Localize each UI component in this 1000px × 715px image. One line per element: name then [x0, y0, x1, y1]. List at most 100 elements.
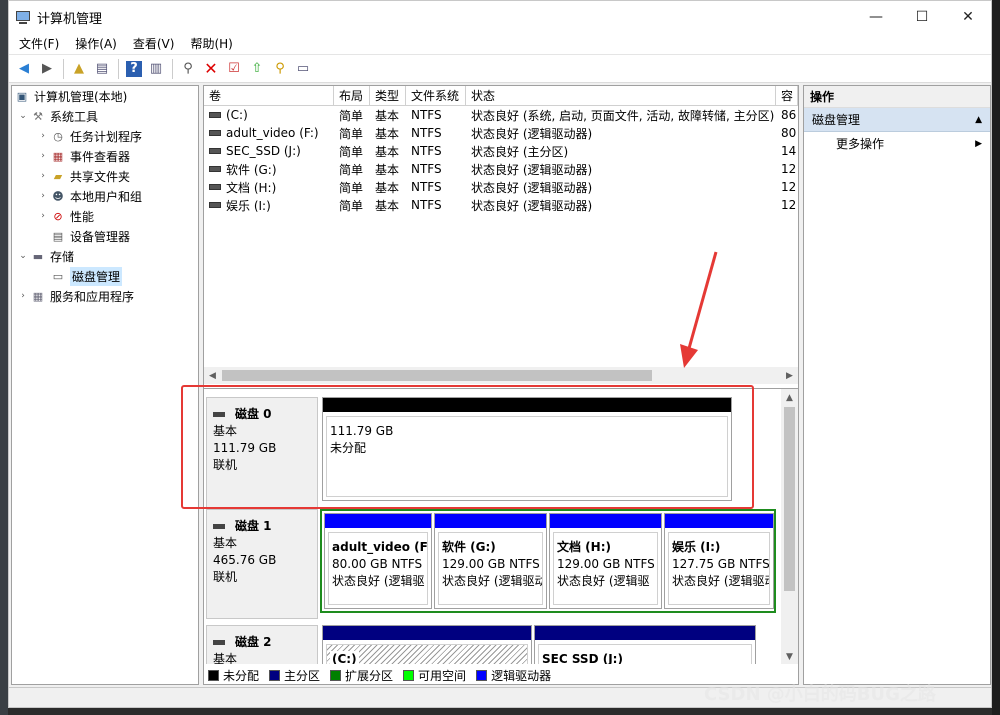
tree-performance[interactable]: › ⊘ 性能: [12, 206, 198, 226]
background-desktop-strip-right: [992, 0, 1000, 715]
help-icon[interactable]: ?: [126, 60, 142, 77]
scroll-thumb[interactable]: [222, 370, 652, 381]
chevron-right-icon[interactable]: ›: [36, 151, 50, 161]
collapse-icon[interactable]: ▲: [975, 108, 982, 132]
tree-root[interactable]: ▣ 计算机管理(本地): [12, 86, 198, 106]
tree-device-manager[interactable]: ▤ 设备管理器: [12, 226, 198, 246]
services-icon: ▦: [32, 289, 44, 303]
tree-task-scheduler[interactable]: › ◷ 任务计划程序: [12, 126, 198, 146]
search-icon[interactable]: ⚲: [269, 58, 291, 80]
disk-icon: ▭: [52, 269, 64, 283]
users-icon: ☻: [52, 189, 64, 203]
scroll-down-icon[interactable]: ▼: [781, 648, 798, 664]
legend-logical: 逻辑驱动器: [476, 667, 551, 684]
menu-view[interactable]: 查看(V): [125, 35, 183, 52]
scroll-thumb[interactable]: [784, 407, 795, 591]
disk-1-label[interactable]: 磁盘 1 基本 465.76 GB 联机: [206, 509, 318, 619]
properties-icon[interactable]: ▭: [292, 58, 314, 80]
show-hide-tree-icon[interactable]: ▤: [91, 58, 113, 80]
partition-sec-ssd[interactable]: SEC SSD (J:): [534, 625, 756, 664]
actions-header: 操作: [804, 86, 990, 108]
column-filesystem[interactable]: 文件系统: [406, 86, 466, 105]
storage-icon: ▬: [32, 249, 44, 263]
tree-services-apps[interactable]: › ▦ 服务和应用程序: [12, 286, 198, 306]
partition-software[interactable]: 软件 (G:) 129.00 GB NTFS 状态良好 (逻辑驱动: [434, 513, 547, 609]
device-manager-icon: ▤: [52, 229, 64, 243]
event-viewer-icon: ▦: [52, 149, 64, 163]
close-button[interactable]: ✕: [945, 1, 991, 33]
legend-extended: 扩展分区: [330, 667, 393, 684]
disk-2-row: 磁盘 2 基本 (C:) SEC SSD (J:): [204, 625, 781, 664]
chevron-right-icon[interactable]: ›: [36, 131, 50, 141]
unallocated-partition[interactable]: 111.79 GB 未分配: [322, 397, 732, 501]
column-type[interactable]: 类型: [370, 86, 406, 105]
delete-icon[interactable]: ✕: [200, 58, 222, 80]
console-tree: ▣ 计算机管理(本地) ⌄ ⚒ 系统工具 › ◷ 任务计划程序 › ▦ 事件查看…: [11, 85, 199, 685]
disk-0-label[interactable]: 磁盘 0 基本 111.79 GB 联机: [206, 397, 318, 509]
drive-icon: [209, 129, 221, 136]
drive-icon: [209, 166, 221, 172]
drive-icon: [209, 111, 221, 118]
computer-management-window: 计算机管理 — ☐ ✕ 文件(F) 操作(A) 查看(V) 帮助(H) ◀ ▶ …: [8, 0, 992, 708]
more-actions-item[interactable]: 更多操作 ▶: [804, 132, 990, 156]
scroll-left-icon[interactable]: ◀: [204, 367, 221, 384]
minimize-button[interactable]: —: [853, 1, 899, 33]
column-layout[interactable]: 布局: [334, 86, 370, 105]
chevron-right-icon[interactable]: ›: [36, 171, 50, 181]
tree-shared-folders[interactable]: › ▰ 共享文件夹: [12, 166, 198, 186]
actions-section-disk-management[interactable]: 磁盘管理 ▲: [804, 108, 990, 132]
volume-row[interactable]: 软件 (G:) 简单 基本 NTFS 状态良好 (逻辑驱动器) 12: [204, 160, 798, 178]
volume-list: (C:) 简单 基本 NTFS 状态良好 (系统, 启动, 页面文件, 活动, …: [204, 106, 798, 214]
drive-icon: [209, 202, 221, 208]
volume-row[interactable]: adult_video (F:) 简单 基本 NTFS 状态良好 (逻辑驱动器)…: [204, 124, 798, 142]
chevron-down-icon[interactable]: ⌄: [16, 111, 30, 121]
tree-event-viewer[interactable]: › ▦ 事件查看器: [12, 146, 198, 166]
disk-icon: [213, 524, 225, 529]
forward-arrow-icon[interactable]: ▶: [36, 58, 58, 80]
drive-icon: [209, 184, 221, 190]
column-status[interactable]: 状态: [466, 86, 776, 105]
volume-row[interactable]: (C:) 简单 基本 NTFS 状态良好 (系统, 启动, 页面文件, 活动, …: [204, 106, 798, 124]
background-desktop-strip-left: [0, 0, 8, 715]
partition-documents[interactable]: 文档 (H:) 129.00 GB NTFS 状态良好 (逻辑驱: [549, 513, 662, 609]
up-folder-icon[interactable]: ▲: [68, 58, 90, 80]
chevron-right-icon[interactable]: ›: [16, 291, 30, 301]
scroll-right-icon[interactable]: ▶: [781, 367, 798, 384]
vertical-scrollbar[interactable]: ▲ ▼: [781, 389, 798, 664]
menu-help[interactable]: 帮助(H): [182, 35, 240, 52]
check-icon[interactable]: ☑: [223, 58, 245, 80]
connect-drive-icon[interactable]: ⚲: [177, 58, 199, 80]
chevron-down-icon[interactable]: ⌄: [16, 251, 30, 261]
disk-1-row: 磁盘 1 基本 465.76 GB 联机 adult_video (F 80.0…: [204, 509, 781, 621]
partition-adult-video[interactable]: adult_video (F 80.00 GB NTFS 状态良好 (逻辑驱: [324, 513, 432, 609]
shared-folder-icon: ▰: [53, 169, 63, 183]
tree-disk-management[interactable]: ▭ 磁盘管理: [12, 266, 198, 286]
maximize-button[interactable]: ☐: [899, 1, 945, 33]
horizontal-scrollbar[interactable]: ◀ ▶: [204, 367, 798, 384]
tree-local-users[interactable]: › ☻ 本地用户和组: [12, 186, 198, 206]
scroll-up-icon[interactable]: ▲: [781, 389, 798, 406]
toolbar: ◀ ▶ ▲ ▤ ? ▥ ⚲ ✕ ☑ ⇧ ⚲ ▭: [9, 55, 991, 83]
tree-storage[interactable]: ⌄ ▬ 存储: [12, 246, 198, 266]
menu-bar: 文件(F) 操作(A) 查看(V) 帮助(H): [9, 33, 991, 55]
computer-management-icon: [15, 9, 31, 25]
column-capacity[interactable]: 容: [776, 86, 798, 105]
volume-row[interactable]: SEC_SSD (J:) 简单 基本 NTFS 状态良好 (主分区) 14: [204, 142, 798, 160]
chevron-right-icon[interactable]: ›: [36, 211, 50, 221]
partition-c[interactable]: (C:): [322, 625, 532, 664]
performance-icon: ⊘: [53, 209, 63, 223]
import-icon[interactable]: ⇧: [246, 58, 268, 80]
tree-system-tools[interactable]: ⌄ ⚒ 系统工具: [12, 106, 198, 126]
column-volume[interactable]: 卷: [204, 86, 334, 105]
partition-entertainment[interactable]: 娱乐 (I:) 127.75 GB NTFS 状态良好 (逻辑驱动: [664, 513, 774, 609]
chevron-right-icon[interactable]: ›: [36, 191, 50, 201]
volume-row[interactable]: 娱乐 (I:) 简单 基本 NTFS 状态良好 (逻辑驱动器) 12: [204, 196, 798, 214]
menu-file[interactable]: 文件(F): [11, 35, 67, 52]
computer-icon: ▣: [16, 89, 28, 103]
menu-action[interactable]: 操作(A): [67, 35, 125, 52]
volume-row[interactable]: 文档 (H:) 简单 基本 NTFS 状态良好 (逻辑驱动器) 12: [204, 178, 798, 196]
back-arrow-icon[interactable]: ◀: [13, 58, 35, 80]
disk-2-label[interactable]: 磁盘 2 基本: [206, 625, 318, 664]
show-action-pane-icon[interactable]: ▥: [145, 58, 167, 80]
disk-management-pane: 卷 布局 类型 文件系统 状态 容 (C:) 简单 基本 NTFS 状态良好 (…: [203, 85, 799, 685]
